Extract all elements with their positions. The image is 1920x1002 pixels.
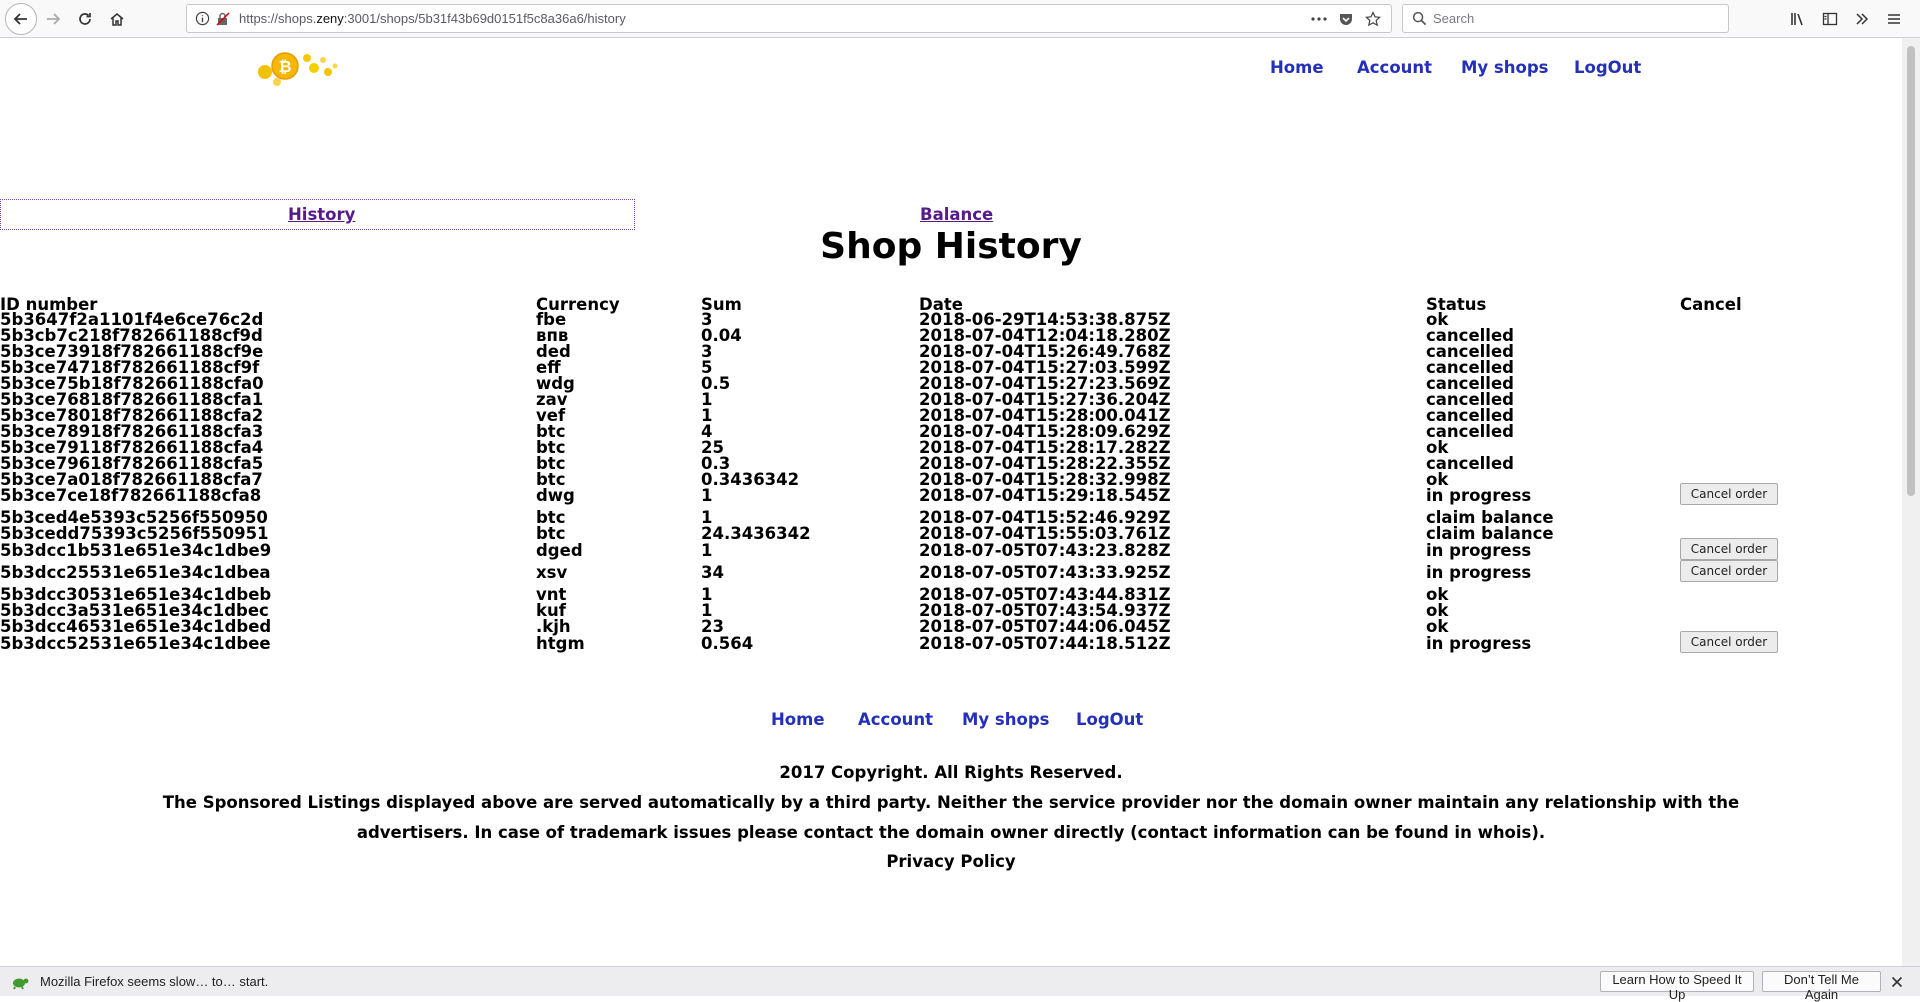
cell-date: 2018-07-05T07:43:23.828Z (919, 541, 1171, 560)
cancel-order-button[interactable]: Cancel order (1680, 631, 1778, 653)
footer-account-link[interactable]: Account (858, 710, 933, 729)
cell-date: 2018-07-04T15:29:18.545Z (919, 486, 1171, 505)
close-icon[interactable] (1891, 976, 1903, 988)
cell-date: 2018-07-05T07:44:18.512Z (919, 634, 1171, 653)
search-bar[interactable]: Search (1402, 4, 1729, 33)
page-title: Shop History (820, 226, 1082, 267)
footer-disclaimer-line-2: advertisers. In case of trademark issues… (356, 823, 1546, 842)
cell-id: 5b3dcc25531e651e34c1dbea (0, 563, 271, 582)
cancel-order-button[interactable]: Cancel order (1680, 538, 1778, 560)
bookmark-star-icon[interactable] (1365, 11, 1381, 27)
cell-id: 5b3ce7ce18f782661188cfa8 (0, 486, 262, 505)
nav-home-link[interactable]: Home (1270, 58, 1324, 77)
footer-home-link[interactable]: Home (771, 710, 825, 729)
forward-button[interactable] (38, 4, 68, 34)
cell-sum: 0.564 (701, 634, 754, 653)
reload-button[interactable] (70, 4, 100, 34)
forward-arrow-icon (47, 13, 61, 25)
cancel-order-button[interactable]: Cancel order (1680, 483, 1778, 505)
pocket-icon[interactable] (1338, 11, 1354, 27)
cell-status: claim balance (1426, 524, 1554, 543)
cell-status: in progress (1426, 634, 1532, 653)
privacy-policy-link[interactable]: Privacy Policy (0, 852, 1902, 871)
sidebar-button[interactable] (1815, 4, 1845, 34)
tab-balance[interactable]: Balance (920, 205, 993, 224)
cell-currency: dwg (536, 486, 575, 505)
cell-date: 2018-07-05T07:44:06.045Z (919, 617, 1171, 636)
search-input[interactable]: Search (1433, 5, 1474, 32)
footer-disclaimer-line-1: The Sponsored Listings displayed above a… (162, 793, 1740, 812)
cancel-order-button[interactable]: Cancel order (1680, 560, 1778, 582)
nav-my-shops-link[interactable]: My shops (1461, 58, 1548, 77)
cell-sum: 24.3436342 (701, 524, 811, 543)
learn-speed-button[interactable]: Learn How to Speed It Up (1600, 971, 1754, 1002)
cell-sum: 1 (701, 541, 713, 560)
back-arrow-icon (13, 13, 27, 25)
cell-currency: dged (536, 541, 583, 560)
url-text[interactable]: https://shops.zeny:3001/shops/5b31f43b69… (239, 5, 626, 32)
cell-status: in progress (1426, 486, 1532, 505)
cell-sum: 23 (701, 617, 724, 636)
sidebar-icon (1822, 12, 1838, 26)
info-icon (195, 11, 210, 26)
footer-my-shops-link[interactable]: My shops (962, 710, 1049, 729)
hamburger-menu-icon (1888, 14, 1900, 24)
notification-bar: Mozilla Firefox seems slow… to… start. L… (0, 966, 1920, 1002)
vertical-scrollbar[interactable] (1902, 38, 1920, 966)
bitcoin-coins-logo[interactable]: ₿ (255, 46, 345, 88)
insecure-lock-icon (216, 12, 230, 26)
cell-sum: 1 (701, 486, 713, 505)
search-icon (1412, 11, 1427, 26)
header-cancel: Cancel (1680, 295, 1742, 314)
footer-logout-link[interactable]: LogOut (1076, 710, 1143, 729)
overflow-button[interactable] (1847, 4, 1877, 34)
nav-logout-link[interactable]: LogOut (1574, 58, 1641, 77)
home-icon (110, 13, 124, 26)
cell-currency: .kjh (536, 617, 571, 636)
library-button[interactable] (1783, 4, 1813, 34)
cell-id: 5b3dcc1b531e651e34c1dbe9 (0, 541, 272, 560)
cell-status: in progress (1426, 563, 1532, 582)
back-button[interactable] (5, 3, 37, 35)
tab-history[interactable]: History (288, 205, 355, 224)
chevron-double-right-icon (1856, 13, 1869, 25)
page-actions-icon[interactable] (1311, 16, 1327, 22)
cell-status: in progress (1426, 541, 1532, 560)
library-icon (1791, 13, 1803, 26)
url-bar[interactable]: https://shops.zeny:3001/shops/5b31f43b69… (186, 4, 1392, 33)
scrollbar-thumb[interactable] (1907, 46, 1915, 496)
menu-button[interactable] (1879, 4, 1909, 34)
cell-currency: xsv (536, 563, 568, 582)
dont-tell-me-again-button[interactable]: Don’t Tell Me Again (1762, 971, 1881, 1002)
cell-status: ok (1426, 617, 1449, 636)
cell-currency: btc (536, 524, 566, 543)
cell-date: 2018-07-05T07:43:33.925Z (919, 563, 1171, 582)
notification-message: Mozilla Firefox seems slow… to… start. (40, 974, 269, 989)
turtle-icon (13, 978, 29, 990)
home-button[interactable] (102, 4, 132, 34)
cell-sum: 34 (701, 563, 724, 582)
cell-currency: htgm (536, 634, 585, 653)
cell-sum: 0.3436342 (701, 470, 800, 489)
footer-copyright: 2017 Copyright. All Rights Reserved. (779, 763, 1123, 782)
browser-toolbar: https://shops.zeny:3001/shops/5b31f43b69… (0, 0, 1920, 38)
cell-date: 2018-07-04T15:55:03.761Z (919, 524, 1171, 543)
cell-id: 5b3dcc46531e651e34c1dbed (0, 617, 272, 636)
svg-text:₿: ₿ (278, 57, 291, 76)
page-content: ₿ Home Account My shops LogOut History B… (0, 38, 1902, 966)
cell-id: 5b3cedd75393c5256f550951 (0, 524, 269, 543)
reload-icon (79, 13, 91, 25)
cell-id: 5b3dcc52531e651e34c1dbee (0, 634, 271, 653)
nav-account-link[interactable]: Account (1357, 58, 1432, 77)
